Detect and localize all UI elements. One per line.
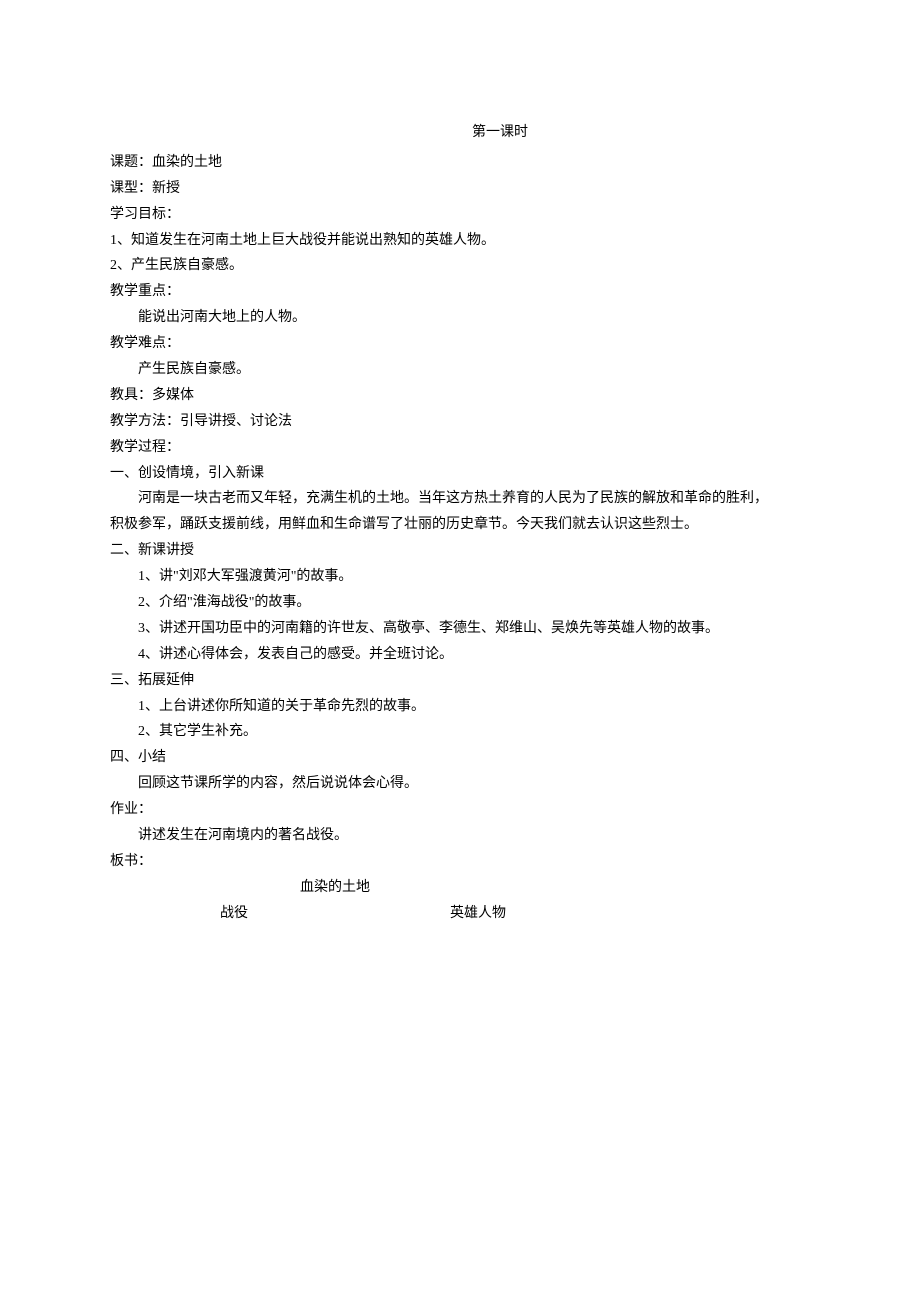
process-label: 教学过程：: [110, 435, 810, 461]
methods-value: 引导讲授、讨论法: [180, 414, 292, 429]
topic-line: 课题：血染的土地: [110, 150, 810, 176]
section2-item-1: 1、讲"刘邓大军强渡黄河"的故事。: [110, 564, 810, 590]
methods-label: 教学方法：: [110, 414, 180, 429]
board-col-hero: 英雄人物: [450, 901, 650, 927]
type-value: 新授: [152, 181, 180, 196]
section3-item-1: 1、上台讲述你所知道的关于革命先烈的故事。: [110, 694, 810, 720]
tools-label: 教具：: [110, 388, 152, 403]
type-line: 课型：新授: [110, 176, 810, 202]
type-label: 课型：: [110, 181, 152, 196]
objectives-label: 学习目标：: [110, 202, 810, 228]
key-label: 教学重点：: [110, 279, 810, 305]
section4-title: 四、小结: [110, 745, 810, 771]
section2-item-4: 4、讲述心得体会，发表自己的感受。并全班讨论。: [110, 642, 810, 668]
difficulty-label: 教学难点：: [110, 331, 810, 357]
difficulty-value: 产生民族自豪感。: [110, 357, 810, 383]
objective-2: 2、产生民族自豪感。: [110, 253, 810, 279]
board-title: 血染的土地: [110, 875, 810, 901]
section4-content: 回顾这节课所学的内容，然后说说体会心得。: [110, 771, 810, 797]
topic-label: 课题：: [110, 155, 152, 170]
intro-paragraph-1: 河南是一块古老而又年轻，充满生机的土地。当年这方热土养育的人民为了民族的解放和革…: [110, 486, 810, 512]
section2-item-3: 3、讲述开国功臣中的河南籍的许世友、高敬亭、李德生、郑维山、吴焕先等英雄人物的故…: [110, 616, 810, 642]
homework-label: 作业：: [110, 797, 810, 823]
board-col-battle: 战役: [220, 901, 450, 927]
section2-item-2: 2、介绍"淮海战役"的故事。: [110, 590, 810, 616]
section1-title: 一、创设情境，引入新课: [110, 461, 810, 487]
tools-value: 多媒体: [152, 388, 194, 403]
lesson-title: 第一课时: [110, 120, 810, 146]
methods-line: 教学方法：引导讲授、讨论法: [110, 409, 810, 435]
board-columns: 战役 英雄人物: [110, 901, 810, 927]
objective-1: 1、知道发生在河南土地上巨大战役并能说出熟知的英雄人物。: [110, 228, 810, 254]
section2-title: 二、新课讲授: [110, 538, 810, 564]
intro-paragraph-2: 积极参军，踊跃支援前线，用鲜血和生命谱写了壮丽的历史章节。今天我们就去认识这些烈…: [110, 512, 810, 538]
section3-item-2: 2、其它学生补充。: [110, 719, 810, 745]
board-label: 板书：: [110, 849, 810, 875]
key-value: 能说出河南大地上的人物。: [110, 305, 810, 331]
tools-line: 教具：多媒体: [110, 383, 810, 409]
homework-value: 讲述发生在河南境内的著名战役。: [110, 823, 810, 849]
topic-value: 血染的土地: [152, 155, 222, 170]
section3-title: 三、拓展延伸: [110, 668, 810, 694]
